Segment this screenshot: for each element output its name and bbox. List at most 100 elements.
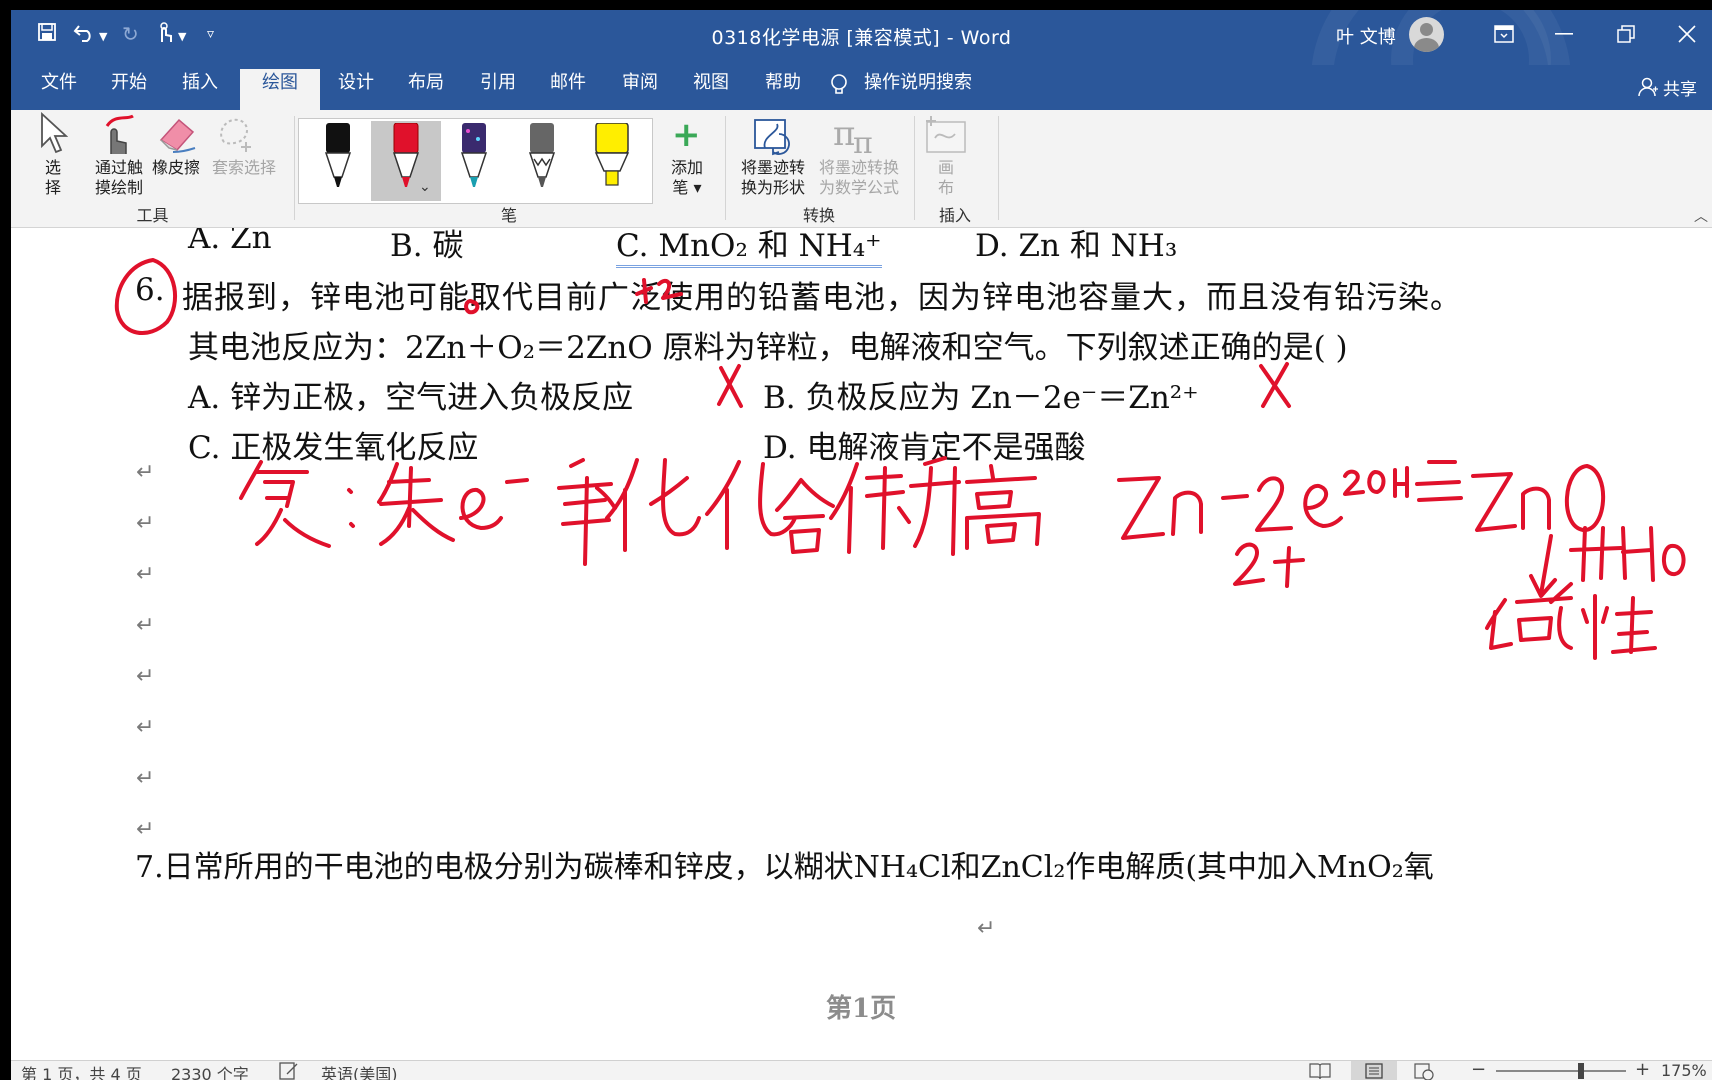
ink-to-shape-label-1[interactable]: 将墨迹转 bbox=[733, 158, 813, 178]
restore-icon[interactable] bbox=[1603, 18, 1649, 50]
zero-mark bbox=[464, 299, 480, 315]
circle-around-6 bbox=[114, 258, 178, 335]
tell-me-search[interactable]: 操作说明搜索 bbox=[864, 65, 984, 110]
zoom-slider-track[interactable] bbox=[1496, 1070, 1626, 1072]
pen-red-selected[interactable]: ⌄ bbox=[371, 121, 441, 201]
draw-ribbon: 选 择 通过触 摸绘制 橡皮擦 套索选择 工具 ⌄ + 添加 笔 ▾ 笔 将墨迹… bbox=[11, 110, 1712, 228]
ink-to-shape-label-2[interactable]: 换为形状 bbox=[733, 178, 813, 198]
insert-group-label: 插入 bbox=[938, 206, 971, 225]
ink-e bbox=[459, 488, 503, 530]
ink-annotations[interactable] bbox=[11, 228, 1712, 1038]
ink-e2 bbox=[1303, 484, 1343, 528]
language[interactable]: 英语(美国) bbox=[321, 1061, 398, 1080]
ink-Zn2 bbox=[1471, 472, 1551, 532]
ink-shi bbox=[377, 462, 455, 546]
pen-gray[interactable] bbox=[507, 121, 577, 201]
status-bar: 第 1 页，共 4 页 2330 个字 英语(美国) − + 175% bbox=[11, 1059, 1712, 1080]
select-arrow-icon[interactable] bbox=[38, 111, 69, 158]
read-mode-icon[interactable] bbox=[1309, 1062, 1331, 1080]
print-layout-icon[interactable] bbox=[1351, 1061, 1397, 1080]
lasso-select-label: 套索选择 bbox=[211, 158, 276, 177]
select-label-1[interactable]: 选 bbox=[38, 158, 68, 178]
drawing-canvas-label-1: 画 bbox=[937, 158, 954, 177]
add-pen-icon[interactable]: + bbox=[672, 118, 701, 152]
drawing-canvas-icon bbox=[923, 114, 969, 158]
title-bar: ▼ ↻ ▼ ▿ 0318化学电源 [兼容模式] - Word 叶 文博 bbox=[11, 10, 1712, 210]
share-person-icon bbox=[1638, 77, 1658, 101]
word-count[interactable]: 2330 个字 bbox=[171, 1061, 249, 1080]
close-icon[interactable] bbox=[1664, 18, 1710, 50]
zoom-slider-thumb[interactable] bbox=[1578, 1063, 1584, 1079]
user-name[interactable]: 叶 文博 bbox=[1336, 23, 1396, 49]
tab-references[interactable]: 引用 bbox=[471, 65, 525, 110]
lightbulb-icon bbox=[829, 73, 849, 101]
pens-group-label: 笔 bbox=[500, 206, 517, 225]
x-mark-a bbox=[717, 364, 743, 408]
page-count[interactable]: 第 1 页，共 4 页 bbox=[21, 1061, 142, 1080]
pen-galaxy[interactable] bbox=[439, 121, 509, 201]
tab-home[interactable]: 开始 bbox=[102, 65, 156, 110]
x-mark-b bbox=[1259, 362, 1291, 408]
share-button[interactable]: 共享 bbox=[1663, 75, 1697, 100]
pen-gallery: ⌄ bbox=[298, 118, 653, 204]
ink-h2o bbox=[1569, 526, 1686, 582]
minimize-icon[interactable] bbox=[1541, 18, 1587, 50]
add-pen-label-1[interactable]: 添加 bbox=[659, 158, 715, 178]
select-label-2[interactable]: 择 bbox=[38, 178, 68, 198]
tab-help[interactable]: 帮助 bbox=[756, 65, 810, 110]
lasso-select-icon bbox=[216, 114, 256, 158]
tab-layout[interactable]: 布局 bbox=[399, 65, 453, 110]
ink-2oh bbox=[1343, 466, 1409, 498]
zoom-level[interactable]: 175% bbox=[1661, 1061, 1707, 1080]
zoom-out-icon[interactable]: − bbox=[1471, 1059, 1486, 1080]
ink-O bbox=[1564, 464, 1606, 532]
ribbon-display-icon[interactable] bbox=[1481, 18, 1527, 50]
ink-2plus bbox=[1233, 542, 1305, 588]
ink-equals bbox=[1415, 460, 1463, 502]
tab-design[interactable]: 设计 bbox=[329, 65, 383, 110]
document-title: 0318化学电源 [兼容模式] - Word bbox=[711, 27, 1012, 49]
collapse-ribbon-icon[interactable]: ︿ bbox=[1694, 206, 1708, 226]
ink-jia bbox=[829, 462, 911, 554]
ink-to-math-icon-pi: π bbox=[853, 126, 873, 161]
tab-view[interactable]: 视图 bbox=[684, 65, 738, 110]
ink-minus2 bbox=[1221, 494, 1249, 500]
eraser-label[interactable]: 橡皮擦 bbox=[144, 158, 208, 178]
web-layout-icon[interactable] bbox=[1413, 1062, 1435, 1080]
tab-file[interactable]: 文件 bbox=[32, 65, 86, 110]
ink-gao bbox=[965, 464, 1041, 550]
ink-sheng bbox=[909, 456, 961, 556]
ink-to-shape-icon[interactable] bbox=[751, 114, 797, 160]
ink-2 bbox=[1255, 476, 1293, 532]
tab-mailings[interactable]: 邮件 bbox=[541, 65, 595, 110]
eraser-icon[interactable] bbox=[155, 114, 197, 158]
tab-review[interactable]: 审阅 bbox=[613, 65, 667, 110]
avatar[interactable] bbox=[1409, 17, 1444, 52]
tab-insert[interactable]: 插入 bbox=[173, 65, 227, 110]
ink-Zn bbox=[1117, 476, 1203, 540]
ink-arrow bbox=[1529, 534, 1557, 598]
draw-with-touch-icon[interactable] bbox=[93, 114, 139, 160]
tab-draw[interactable]: 绘图 bbox=[240, 69, 320, 110]
pen-black[interactable] bbox=[303, 121, 373, 201]
ink-fu bbox=[239, 460, 331, 548]
drawing-canvas-label-2: 布 bbox=[937, 178, 954, 197]
ink-minus bbox=[505, 478, 529, 484]
draw-with-touch-label-2[interactable]: 摸绘制 bbox=[83, 178, 155, 198]
pen-dropdown-icon[interactable]: ⌄ bbox=[419, 179, 431, 195]
highlighter-yellow[interactable] bbox=[575, 121, 645, 201]
group-separator bbox=[998, 116, 999, 220]
convert-group-label: 转换 bbox=[802, 206, 835, 225]
ink-hua1 bbox=[605, 458, 701, 552]
document-page[interactable]: A. Zn B. 碳 C. MnO₂ 和 NH₄⁺ D. Zn 和 NH₃ 6.… bbox=[11, 228, 1712, 1038]
add-pen-label-2[interactable]: 笔 ▾ bbox=[659, 178, 715, 198]
proofing-icon[interactable] bbox=[279, 1062, 299, 1080]
ink-xing bbox=[1581, 594, 1657, 660]
tools-group-label: 工具 bbox=[136, 206, 169, 225]
ink-he bbox=[775, 478, 835, 554]
ink-to-math-label-2: 为数学公式 bbox=[818, 178, 899, 197]
plus2-mark bbox=[635, 278, 683, 304]
zoom-in-icon[interactable]: + bbox=[1635, 1059, 1650, 1080]
ink-colon bbox=[347, 488, 355, 528]
ink-yang bbox=[557, 458, 617, 566]
